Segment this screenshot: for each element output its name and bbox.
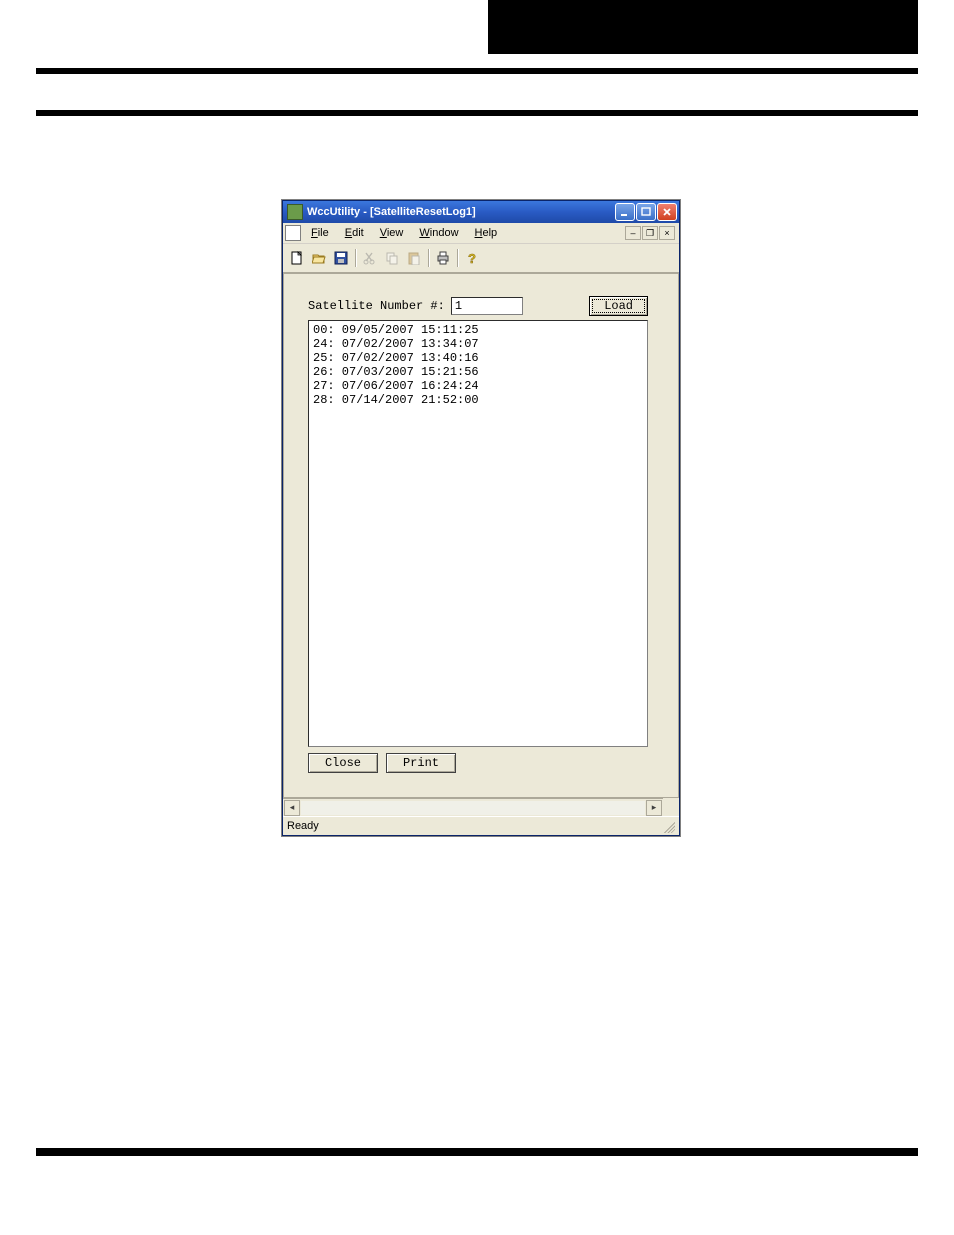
- client-area: Satellite Number #: Load 00: 09/05/2007 …: [283, 273, 679, 816]
- statusbar: Ready: [283, 816, 679, 835]
- print-icon[interactable]: [432, 248, 454, 269]
- svg-text:?: ?: [468, 251, 476, 265]
- menu-window[interactable]: Window: [411, 225, 466, 241]
- page-rule: [36, 1148, 918, 1156]
- page-header-block: [488, 0, 918, 54]
- print-button[interactable]: Print: [386, 753, 456, 773]
- titlebar[interactable]: WccUtility - [SatelliteResetLog1]: [283, 201, 679, 223]
- scroll-left-icon[interactable]: ◂: [284, 800, 300, 816]
- app-window: WccUtility - [SatelliteResetLog1] File E…: [282, 200, 680, 836]
- mdi-window-controls: – ❐ ×: [625, 226, 677, 240]
- mdi-restore-button[interactable]: ❐: [642, 226, 658, 240]
- menu-view[interactable]: View: [372, 225, 412, 241]
- size-grip-icon[interactable]: [661, 819, 675, 833]
- help-icon[interactable]: ?: [461, 248, 483, 269]
- status-text: Ready: [287, 820, 319, 832]
- bottom-button-row: Close Print: [308, 753, 648, 773]
- copy-icon: [381, 248, 403, 269]
- satellite-number-input[interactable]: [451, 297, 523, 315]
- close-button[interactable]: [657, 203, 677, 221]
- toolbar-separator: [355, 249, 356, 267]
- toolbar: ?: [283, 244, 679, 273]
- log-listbox[interactable]: 00: 09/05/2007 15:11:25 24: 07/02/2007 1…: [308, 320, 648, 747]
- scroll-track[interactable]: [301, 801, 645, 815]
- satellite-row: Satellite Number #: Load: [308, 296, 648, 316]
- menu-edit[interactable]: Edit: [337, 225, 372, 241]
- toolbar-separator: [428, 249, 429, 267]
- paste-icon: [403, 248, 425, 269]
- open-icon[interactable]: [308, 248, 330, 269]
- scroll-right-icon[interactable]: ▸: [646, 800, 662, 816]
- save-icon[interactable]: [330, 248, 352, 269]
- mdi-document-icon[interactable]: [285, 225, 301, 241]
- toolbar-separator: [457, 249, 458, 267]
- document-view[interactable]: Satellite Number #: Load 00: 09/05/2007 …: [283, 273, 679, 798]
- mdi-close-button[interactable]: ×: [659, 226, 675, 240]
- cut-icon: [359, 248, 381, 269]
- minimize-button[interactable]: [615, 203, 635, 221]
- mdi-minimize-button[interactable]: –: [625, 226, 641, 240]
- app-icon: [287, 204, 303, 220]
- menu-file[interactable]: File: [303, 225, 337, 241]
- horizontal-scrollbar[interactable]: ◂ ▸: [283, 798, 663, 816]
- new-icon[interactable]: [286, 248, 308, 269]
- close-button-form[interactable]: Close: [308, 753, 378, 773]
- window-controls: [615, 203, 677, 221]
- maximize-button[interactable]: [636, 203, 656, 221]
- menu-help[interactable]: Help: [467, 225, 506, 241]
- page-rule: [36, 68, 918, 74]
- menubar: File Edit View Window Help – ❐ ×: [283, 223, 679, 244]
- satellite-label: Satellite Number #:: [308, 299, 445, 313]
- load-button[interactable]: Load: [589, 296, 648, 316]
- window-title: WccUtility - [SatelliteResetLog1]: [307, 206, 615, 218]
- form-panel: Satellite Number #: Load 00: 09/05/2007 …: [308, 296, 648, 773]
- page-rule: [36, 110, 918, 116]
